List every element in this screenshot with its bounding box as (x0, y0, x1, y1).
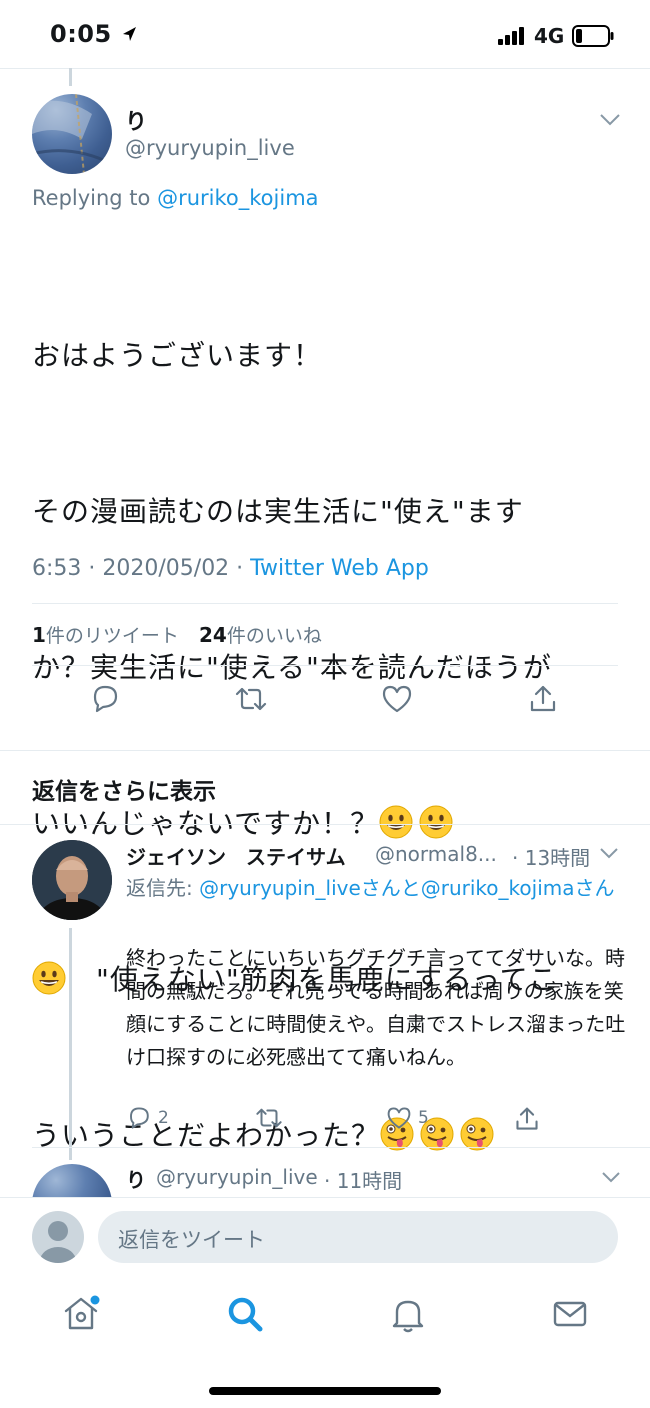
user-handle[interactable]: @normal8... (375, 842, 497, 866)
avatar[interactable] (32, 94, 112, 174)
signal-icon (498, 27, 524, 45)
like-button[interactable]: 5 (386, 1106, 429, 1130)
tweet-text-line: その漫画読むのは実生活に"使え"ます (32, 495, 524, 528)
reply-icon (93, 685, 118, 713)
default-avatar-icon (40, 1221, 76, 1263)
status-time: 0:05 (50, 20, 137, 48)
chevron-down-icon[interactable] (598, 846, 620, 860)
reply-count: 2 (158, 1108, 169, 1128)
like-stat[interactable]: 24件のいいね (199, 623, 322, 647)
display-name[interactable]: ジェイソン ステイサム (126, 841, 346, 870)
tweet-time: · 11時間 (324, 1169, 403, 1193)
show-more-replies[interactable]: 返信をさらに表示 (32, 772, 216, 806)
tab-messages[interactable] (548, 1292, 592, 1336)
tweet-timestamp: 6:53 · 2020/05/02 · Twitter Web App (32, 556, 429, 581)
chevron-down-icon[interactable] (600, 1170, 622, 1184)
grinning-face-emoji (419, 805, 453, 839)
tweet-time: · 13時間 (512, 846, 591, 870)
network-label: 4G (534, 24, 565, 48)
replying-to-link[interactable]: @ruriko_kojima (157, 186, 318, 210)
grinning-face-emoji (32, 961, 66, 995)
battery-icon (572, 25, 614, 47)
replying-to: Replying to @ruriko_kojima (32, 186, 319, 210)
zany-face-emoji (460, 1117, 494, 1151)
thread-line (69, 928, 72, 1160)
tab-search[interactable] (223, 1292, 267, 1336)
tweet-source-link[interactable]: Twitter Web App (250, 556, 429, 581)
like-button[interactable] (377, 679, 417, 719)
thread-line (69, 68, 72, 86)
reply-to-users-link[interactable]: @ryuryupin_liveさんと@ruriko_kojimaさん (199, 876, 614, 900)
grinning-face-emoji (379, 805, 413, 839)
share-icon (516, 1107, 538, 1130)
avatar[interactable] (32, 1211, 84, 1263)
reply-icon (130, 1107, 149, 1129)
tweet-text-line: おはようございます！ (32, 339, 323, 372)
tweet-stats: 1件のリツイート 24件のいいね (32, 621, 322, 648)
reply-button[interactable] (85, 679, 125, 719)
home-icon (64, 1295, 100, 1330)
heart-icon (382, 685, 412, 713)
reply-button[interactable]: 2 (126, 1106, 169, 1130)
retweet-icon (235, 687, 267, 711)
share-button[interactable] (523, 679, 563, 719)
like-count: 5 (418, 1108, 429, 1128)
home-indicator[interactable] (209, 1387, 441, 1395)
retweet-icon (256, 1108, 282, 1128)
tweet-time: 6:53 · 2020/05/02 · (32, 556, 251, 581)
reply-input-placeholder: 返信をツイート (118, 1228, 265, 1252)
tweet-text: 終わったことにいちいちグチグチ言っててダサいな。時間の無駄だろ。それ売ってる時間… (126, 946, 626, 1069)
user-handle[interactable]: @ryuryupin_live (125, 136, 295, 160)
retweet-stat[interactable]: 1件のリツイート (32, 623, 179, 647)
search-icon (228, 1297, 263, 1332)
heart-icon (387, 1107, 411, 1129)
retweet-button[interactable] (231, 679, 271, 719)
retweet-button[interactable] (254, 1106, 284, 1130)
replying-prefix: Replying to (32, 186, 151, 210)
chevron-down-icon[interactable] (598, 112, 622, 128)
tab-home[interactable] (59, 1292, 103, 1336)
status-indicators: 4G (498, 22, 614, 50)
avatar[interactable] (32, 840, 112, 920)
bell-icon (392, 1300, 424, 1333)
tab-notifications[interactable] (386, 1292, 430, 1336)
display-name[interactable]: り (125, 104, 147, 136)
share-icon (530, 685, 556, 712)
display-name[interactable]: り (126, 1164, 146, 1193)
user-handle[interactable]: @ryuryupin_live (156, 1165, 318, 1189)
mail-icon (553, 1301, 587, 1327)
reply-to-prefix: 返信先: (126, 876, 200, 900)
location-arrow-icon (122, 27, 136, 41)
reply-to: 返信先: @ryuryupin_liveさんと@ruriko_kojimaさん (126, 872, 616, 904)
share-button[interactable] (514, 1106, 540, 1132)
